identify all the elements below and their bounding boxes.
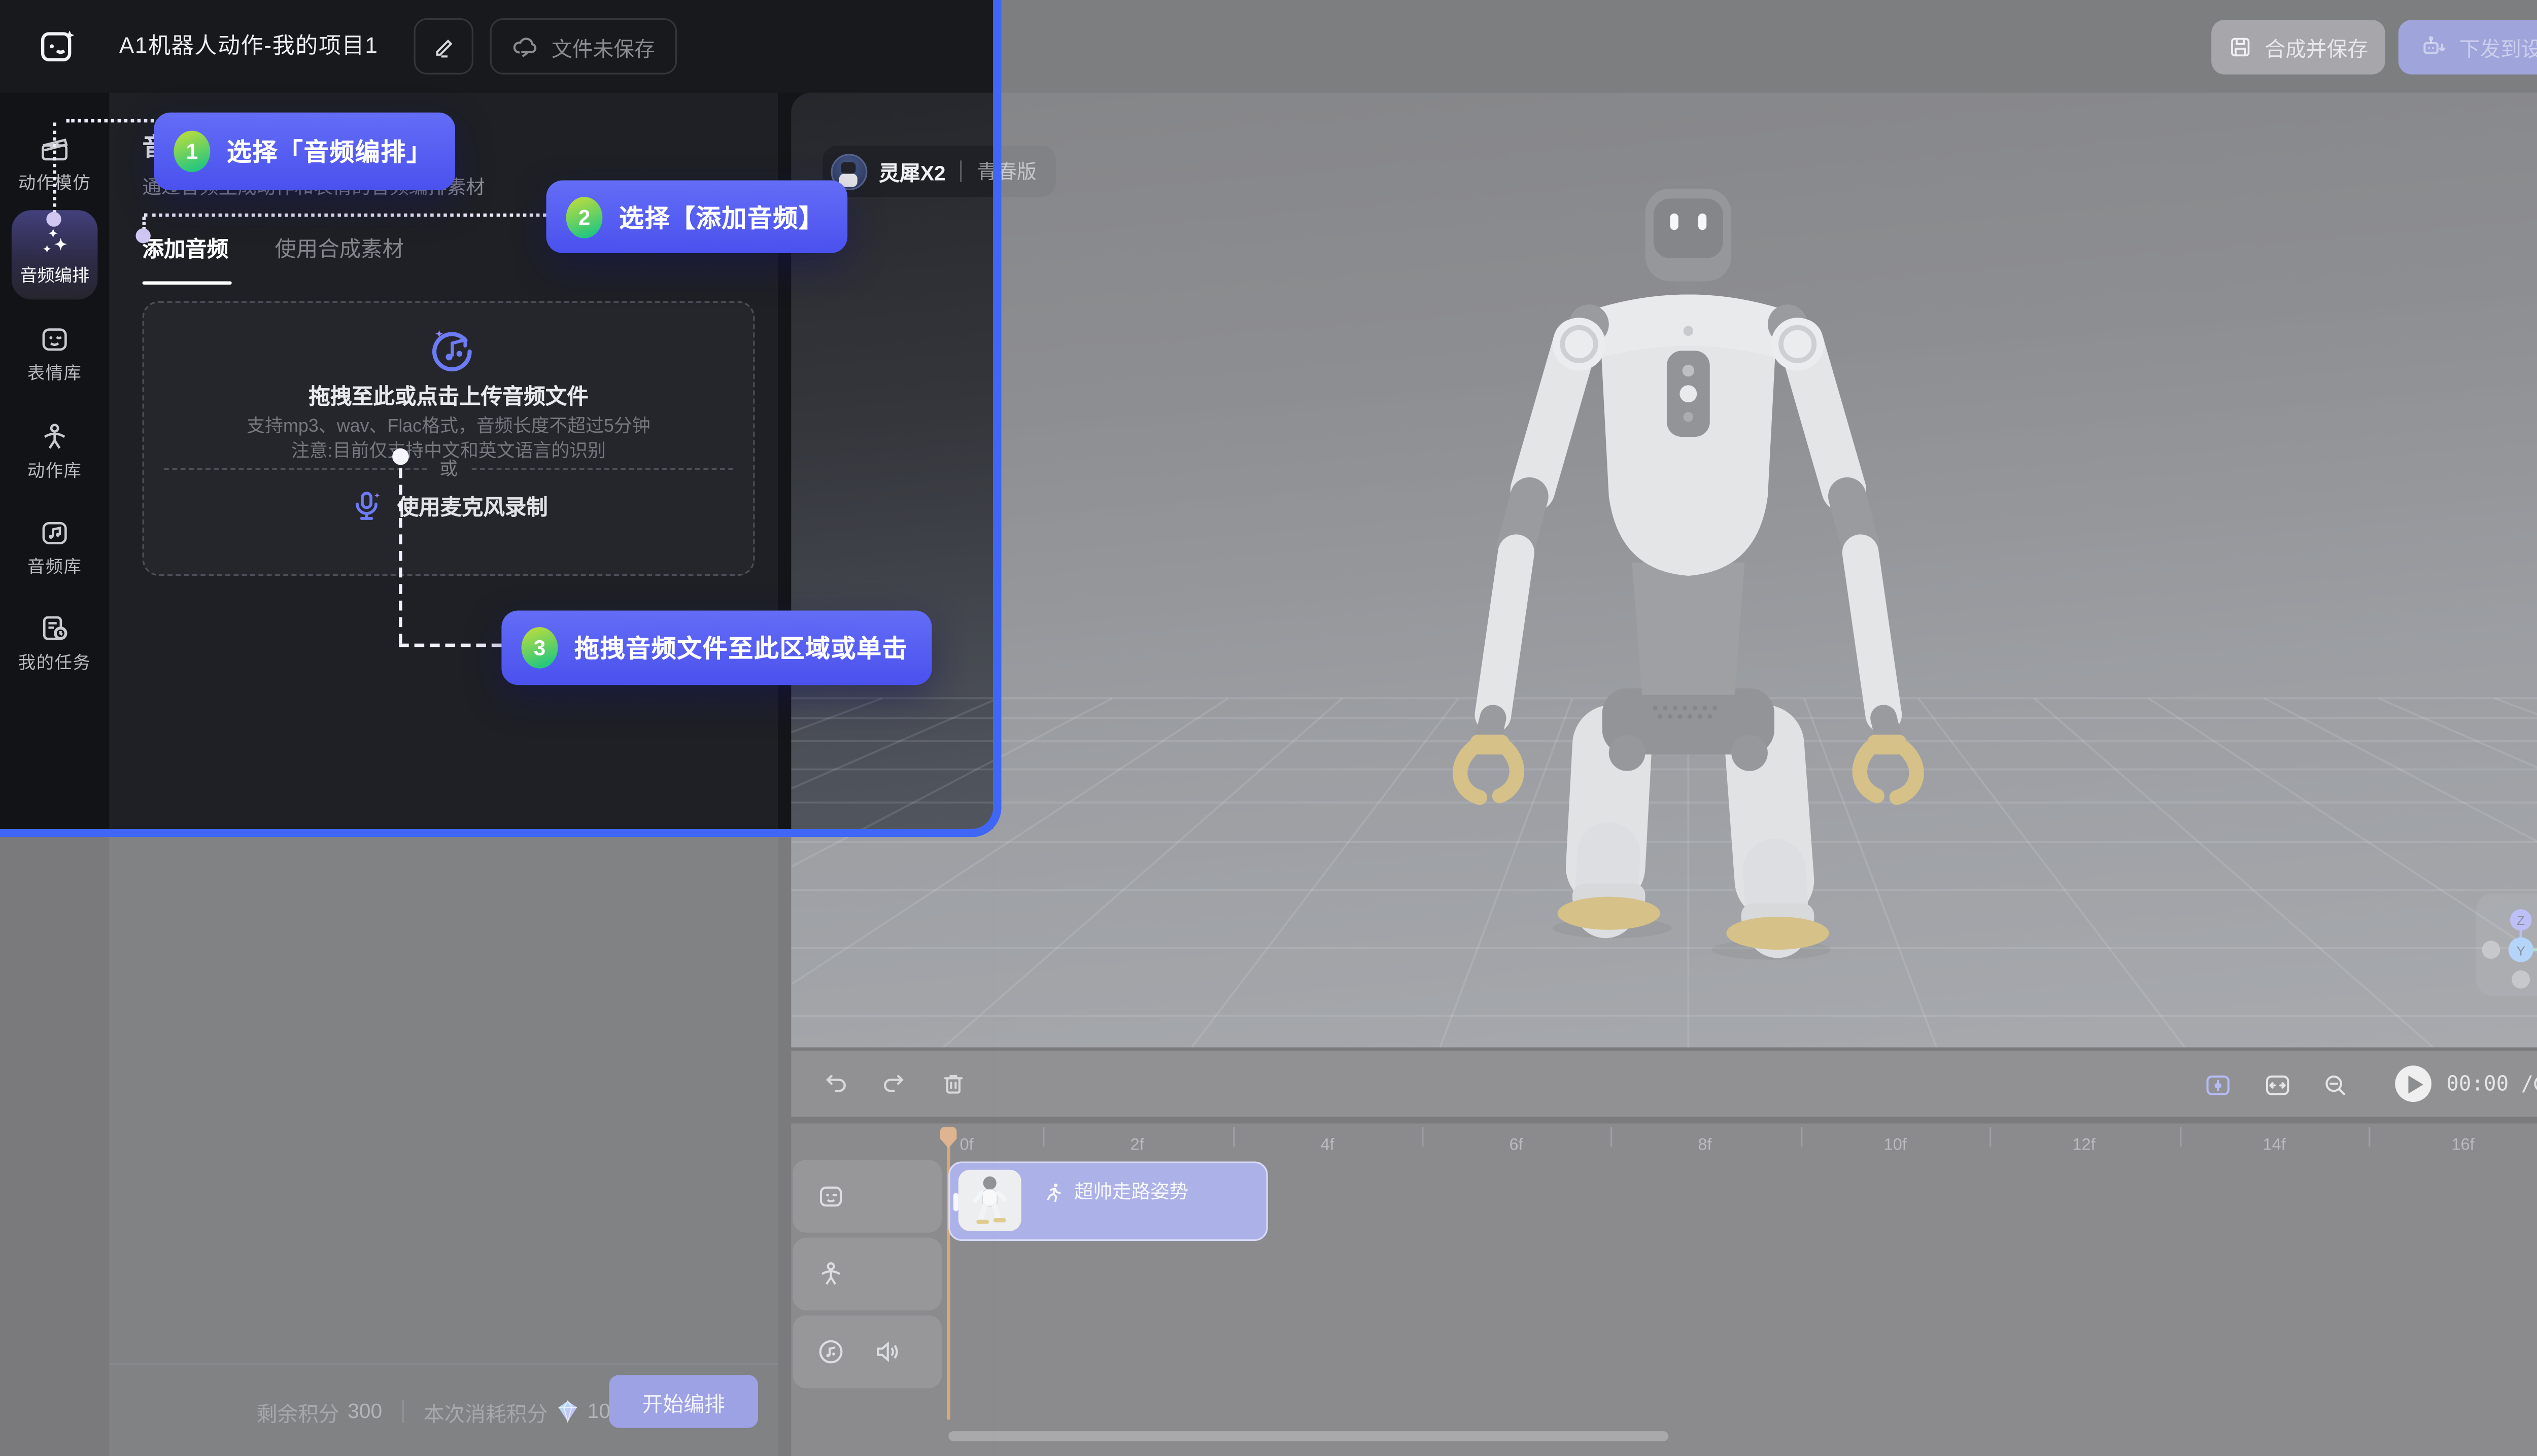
robot-face-icon xyxy=(38,323,71,356)
tab-use-synth-material[interactable]: 使用合成素材 xyxy=(275,232,404,263)
step-1-text: 选择「音频编排」 xyxy=(227,134,432,168)
tutorial-step-2: 2 选择【添加音频】 xyxy=(546,180,847,253)
connector-step1 xyxy=(66,119,154,123)
sidebar-item-my-tasks[interactable]: 我的任务 xyxy=(0,612,109,675)
connector-step2 xyxy=(144,214,546,217)
file-unsaved-button[interactable]: 文件未保存 xyxy=(490,18,677,75)
sidebar-label-active: 音频编排 xyxy=(20,262,89,287)
project-title: A1机器人动作-我的项目1 xyxy=(119,0,379,93)
record-with-mic-label: 使用麦克风录制 xyxy=(397,490,548,521)
step-2-text: 选择【添加音频】 xyxy=(619,199,825,234)
file-unsaved-label: 文件未保存 xyxy=(552,30,655,62)
tutorial-step-3: 3 拖拽音频文件至此区域或单击 xyxy=(501,610,931,685)
sidebar-item-motion-lib[interactable]: 动作库 xyxy=(0,420,109,483)
chip-divider xyxy=(961,160,962,182)
dim-overlay-bottom xyxy=(0,829,993,1456)
upload-music-icon xyxy=(425,324,476,375)
sidebar-label: 音频库 xyxy=(27,554,82,579)
step-3-badge: 3 xyxy=(522,627,558,669)
record-with-mic-button[interactable]: 使用麦克风录制 xyxy=(144,488,753,523)
sidebar-label: 表情库 xyxy=(27,361,82,386)
step-1-badge: 1 xyxy=(174,131,211,172)
sidebar-item-expression-lib[interactable]: 表情库 xyxy=(0,323,109,386)
sidebar-item-audio-lib[interactable]: 音频库 xyxy=(0,516,109,579)
connector-step1-vertical xyxy=(53,122,56,213)
sidebar-label: 我的任务 xyxy=(18,650,91,675)
task-list-icon xyxy=(38,612,71,645)
app-window: A1机器人动作-我的项目1 文件未保存 合成并保存 xyxy=(0,0,2537,1456)
robot-name: 灵犀X2 xyxy=(879,156,945,187)
cloud-unsaved-icon xyxy=(512,32,540,60)
app-logo-icon xyxy=(37,25,80,68)
upload-hint-formats: 支持mp3、wav、Flac格式，音频长度不超过5分钟 xyxy=(144,412,753,438)
active-tab-underline xyxy=(143,281,232,285)
tab-add-audio[interactable]: 添加音频 xyxy=(143,232,229,263)
person-icon xyxy=(38,420,71,453)
step-2-badge: 2 xyxy=(566,196,603,237)
rename-project-button[interactable] xyxy=(414,18,473,75)
upload-main-text: 拖拽至此或点击上传音频文件 xyxy=(144,379,753,410)
connector-dot-step2 xyxy=(135,228,150,243)
music-box-icon xyxy=(38,516,71,549)
audio-upload-dropzone[interactable]: 拖拽至此或点击上传音频文件 支持mp3、wav、Flac格式，音频长度不超过5分… xyxy=(143,301,755,576)
step-3-text: 拖拽音频文件至此区域或单击 xyxy=(574,631,908,665)
connector-dot-step3 xyxy=(392,448,409,465)
microphone-icon xyxy=(349,488,384,523)
sparkles-icon xyxy=(37,223,73,259)
sidebar-label: 动作库 xyxy=(27,458,82,483)
tutorial-step-1: 1 选择「音频编排」 xyxy=(154,113,455,190)
dim-overlay-right xyxy=(993,0,2537,1456)
or-divider-label: 或 xyxy=(439,455,458,481)
connector-step3-vertical xyxy=(399,468,402,644)
connector-step3-horizontal xyxy=(399,644,501,647)
connector-dot-step1 xyxy=(46,212,61,226)
